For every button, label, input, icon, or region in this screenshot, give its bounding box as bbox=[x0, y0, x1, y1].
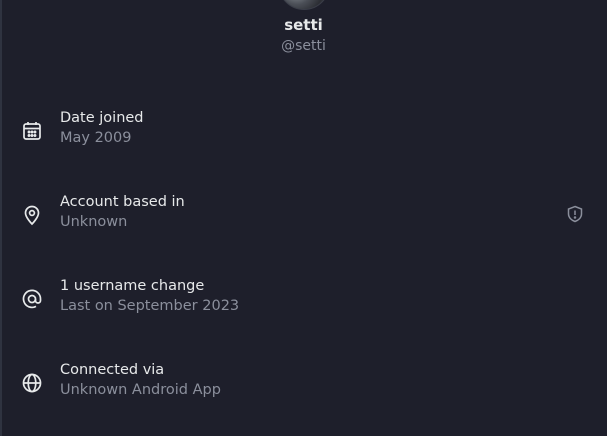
calendar-icon bbox=[21, 120, 43, 142]
profile-display-name: setti bbox=[284, 16, 323, 34]
info-row-title: Connected via bbox=[60, 362, 165, 378]
info-row-title: Date joined bbox=[60, 110, 144, 126]
info-row-title: Account based in bbox=[60, 194, 185, 210]
info-row-title: 1 username change bbox=[60, 278, 205, 294]
info-row-username-change: 1 username change Last on September 2023 bbox=[0, 278, 607, 322]
avatar[interactable] bbox=[278, 0, 330, 10]
info-row-subtitle: Last on September 2023 bbox=[60, 298, 240, 314]
info-row-subtitle: Unknown bbox=[60, 214, 128, 230]
profile-handle: @setti bbox=[281, 38, 326, 54]
location-pin-icon bbox=[21, 204, 43, 226]
info-row-date-joined: Date joined May 2009 bbox=[0, 110, 607, 154]
at-sign-icon bbox=[21, 288, 43, 310]
globe-icon bbox=[21, 372, 43, 394]
info-row-connected-via: Connected via Unknown Android App bbox=[0, 362, 607, 406]
shield-info-icon[interactable] bbox=[566, 205, 584, 223]
info-row-subtitle: May 2009 bbox=[60, 130, 132, 146]
info-row-account-based-in: Account based in Unknown bbox=[0, 194, 607, 238]
info-row-subtitle: Unknown Android App bbox=[60, 382, 221, 398]
